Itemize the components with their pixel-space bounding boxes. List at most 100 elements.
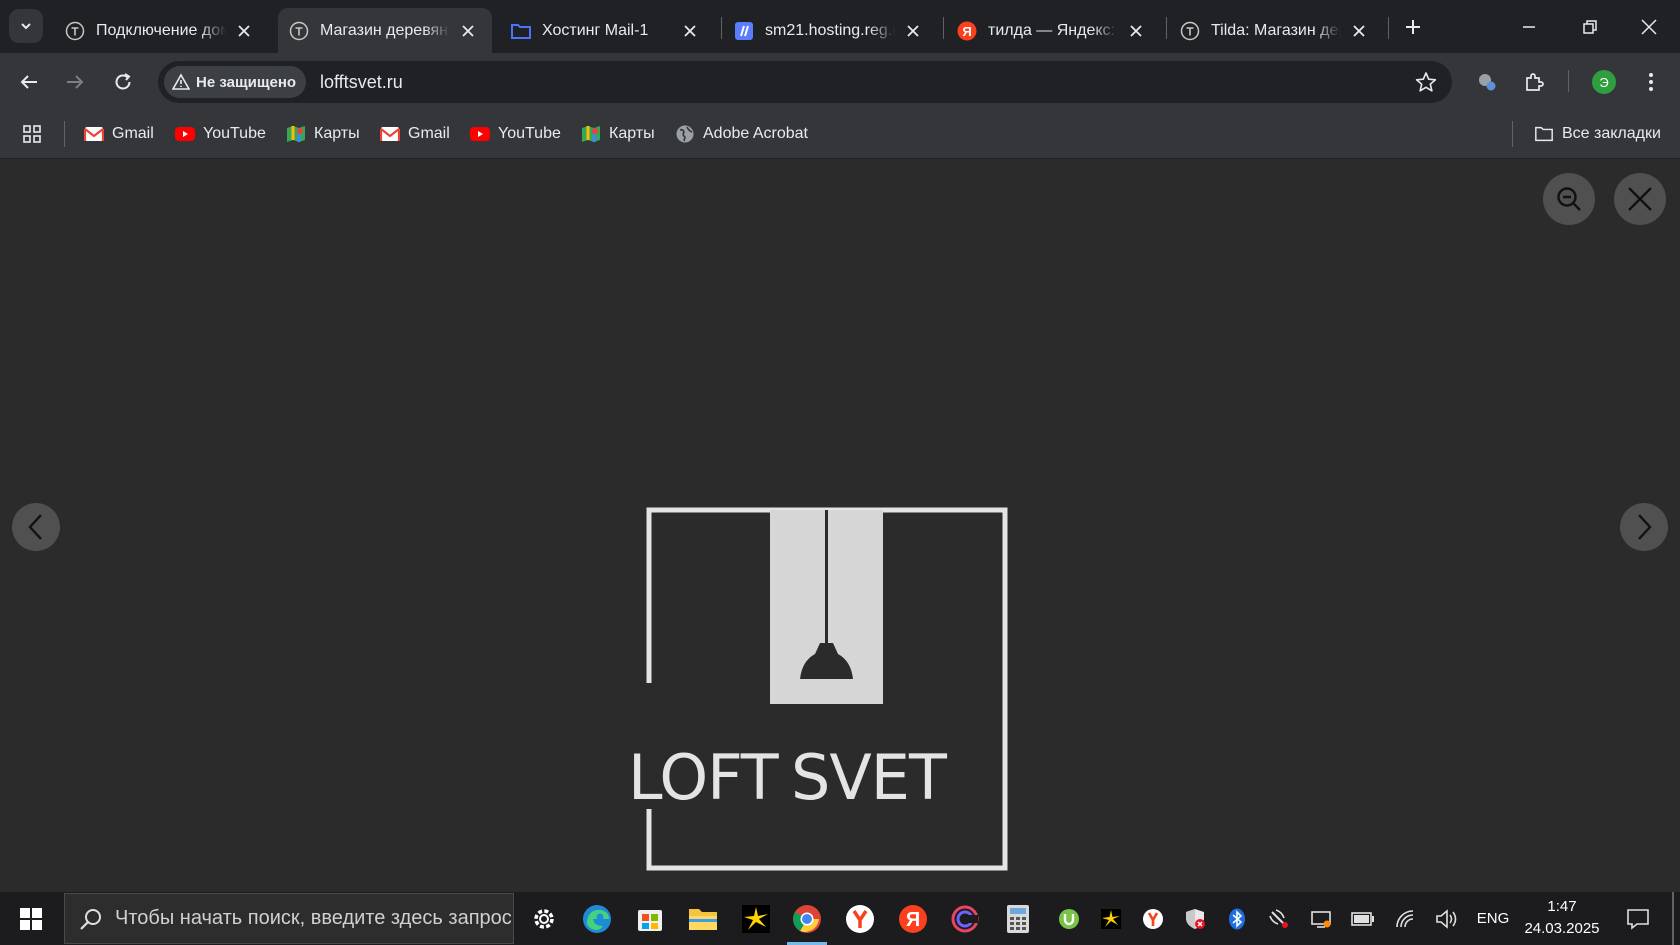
tray-bluetooth[interactable] — [1222, 892, 1252, 945]
taskbar-calculator[interactable] — [992, 892, 1044, 945]
bookmark-label: Adobe Acrobat — [703, 125, 808, 142]
reload-button[interactable] — [104, 63, 142, 101]
tray-battery[interactable] — [1348, 892, 1378, 945]
extensions-menu-button[interactable] — [1518, 65, 1552, 99]
tilda-icon — [1179, 20, 1201, 42]
minimize-button[interactable] — [1500, 0, 1558, 53]
close-window-button[interactable] — [1620, 0, 1678, 53]
close-icon[interactable] — [1126, 21, 1146, 41]
tab-hosting-mail[interactable]: Хостинг Mail-1 — [500, 8, 714, 53]
gmail-icon — [84, 124, 104, 144]
yandex-browser-icon — [846, 904, 874, 933]
security-indicator[interactable]: Не защищено — [164, 66, 307, 98]
tab-magazin-active[interactable]: Магазин деревянн — [278, 8, 492, 53]
tray-utorrent[interactable] — [1054, 892, 1084, 945]
taskbar-settings[interactable] — [518, 892, 570, 945]
svg-text:Я: Я — [906, 909, 920, 931]
tray-network-satellite[interactable] — [1264, 892, 1294, 945]
tray-sparkle-app[interactable] — [1096, 892, 1126, 945]
arrow-right-icon — [67, 75, 84, 89]
logo-text-svet: SVET — [791, 741, 947, 814]
forward-button[interactable] — [56, 63, 94, 101]
apps-button[interactable] — [22, 119, 42, 149]
bookmark-gmail[interactable]: Gmail — [84, 119, 154, 149]
puzzle-icon — [1526, 73, 1544, 91]
minimize-icon — [1523, 25, 1535, 28]
youtube-icon — [175, 124, 195, 144]
taskbar-app-star[interactable] — [730, 892, 782, 945]
browser-menu-button[interactable] — [1634, 65, 1668, 99]
bookmark-youtube[interactable]: YouTube — [470, 119, 561, 149]
tab-separator — [1166, 17, 1167, 39]
tab-sm21-hosting[interactable]: sm21.hosting.reg.r — [723, 8, 937, 53]
bookmark-label: Карты — [609, 125, 655, 142]
tab-tilda-yandex[interactable]: Я тилда — Яндекс: н — [946, 8, 1160, 53]
tab-strip: Подключение дом Магазин деревянн Хостинг… — [0, 0, 1680, 53]
tab-tilda-magazin[interactable]: Tilda: Магазин дер — [1169, 8, 1383, 53]
shield-alert-icon — [1186, 908, 1205, 929]
show-desktop-button[interactable] — [1672, 892, 1674, 945]
apps-grid-icon — [23, 125, 41, 143]
close-icon[interactable] — [458, 21, 478, 41]
back-button[interactable] — [10, 63, 48, 101]
tab-separator — [721, 17, 722, 39]
star-icon — [1415, 72, 1437, 92]
tray-volume[interactable] — [1432, 892, 1462, 945]
logo-text-loft: LOFT — [628, 741, 779, 814]
taskbar-clock[interactable]: 1:47 24.03.2025 — [1520, 896, 1604, 940]
yandex-icon: Я — [899, 904, 927, 933]
taskbar-edge[interactable] — [571, 892, 623, 945]
tab-search-button[interactable] — [9, 9, 43, 43]
kebab-menu-icon — [1649, 73, 1653, 91]
close-icon[interactable] — [903, 21, 923, 41]
tab-podklyuchenie[interactable]: Подключение дом — [54, 8, 268, 53]
taskbar-app-c[interactable] — [939, 892, 991, 945]
tray-security[interactable] — [1180, 892, 1210, 945]
url-text[interactable]: lofftsvet.ru — [320, 72, 403, 93]
close-lightbox-button[interactable] — [1614, 173, 1666, 225]
start-button[interactable] — [5, 892, 57, 945]
bookmark-label: YouTube — [498, 125, 561, 142]
globe-icon — [675, 124, 695, 144]
calculator-icon — [1007, 904, 1029, 933]
tray-yandex[interactable] — [1138, 892, 1168, 945]
bookmark-youtube[interactable]: YouTube — [175, 119, 266, 149]
close-icon[interactable] — [680, 21, 700, 41]
new-tab-button[interactable] — [1398, 12, 1428, 42]
zoom-out-icon — [1557, 187, 1581, 211]
bookmark-star-button[interactable] — [1410, 66, 1442, 98]
taskbar-yandex-browser[interactable] — [834, 892, 886, 945]
taskbar-search-box[interactable]: Чтобы начать поиск, введите здесь запрос — [64, 893, 514, 944]
all-bookmarks-button[interactable]: Все закладки — [1534, 119, 1661, 149]
tray-display[interactable] — [1306, 892, 1336, 945]
logo-wordmark: LOFT SVET — [624, 741, 1012, 814]
search-icon — [80, 908, 101, 930]
profile-avatar[interactable]: Э — [1592, 70, 1616, 94]
restore-button[interactable] — [1561, 0, 1619, 53]
close-icon[interactable] — [1349, 21, 1369, 41]
bookmark-maps[interactable]: Карты — [581, 119, 655, 149]
address-bar[interactable]: Не защищено lofftsvet.ru — [158, 61, 1452, 103]
tab-title: sm21.hosting.reg.r — [765, 21, 895, 39]
taskbar-store[interactable] — [624, 892, 676, 945]
chevron-down-icon — [21, 23, 31, 30]
taskbar-chrome[interactable] — [781, 892, 833, 945]
tab-title: Магазин деревянн — [320, 21, 450, 39]
tab-separator — [1388, 17, 1389, 39]
bookmark-gmail[interactable]: Gmail — [380, 119, 450, 149]
tray-wifi[interactable] — [1390, 892, 1420, 945]
taskbar-explorer[interactable] — [677, 892, 729, 945]
extension-button[interactable] — [1470, 65, 1504, 99]
yandex-icon: Я — [956, 20, 978, 42]
close-icon[interactable] — [234, 21, 254, 41]
zoom-out-button[interactable] — [1543, 173, 1595, 225]
tray-language[interactable]: ENG — [1472, 892, 1514, 945]
bookmark-maps[interactable]: Карты — [286, 119, 360, 149]
taskbar-yandex[interactable]: Я — [887, 892, 939, 945]
bookmark-label: Gmail — [408, 125, 450, 142]
notifications-button[interactable] — [1620, 892, 1656, 945]
image-lightbox: LOFT SVET — [0, 159, 1680, 892]
next-image-button[interactable] — [1620, 503, 1668, 551]
bookmark-adobe-acrobat[interactable]: Adobe Acrobat — [675, 119, 808, 149]
previous-image-button[interactable] — [12, 503, 60, 551]
